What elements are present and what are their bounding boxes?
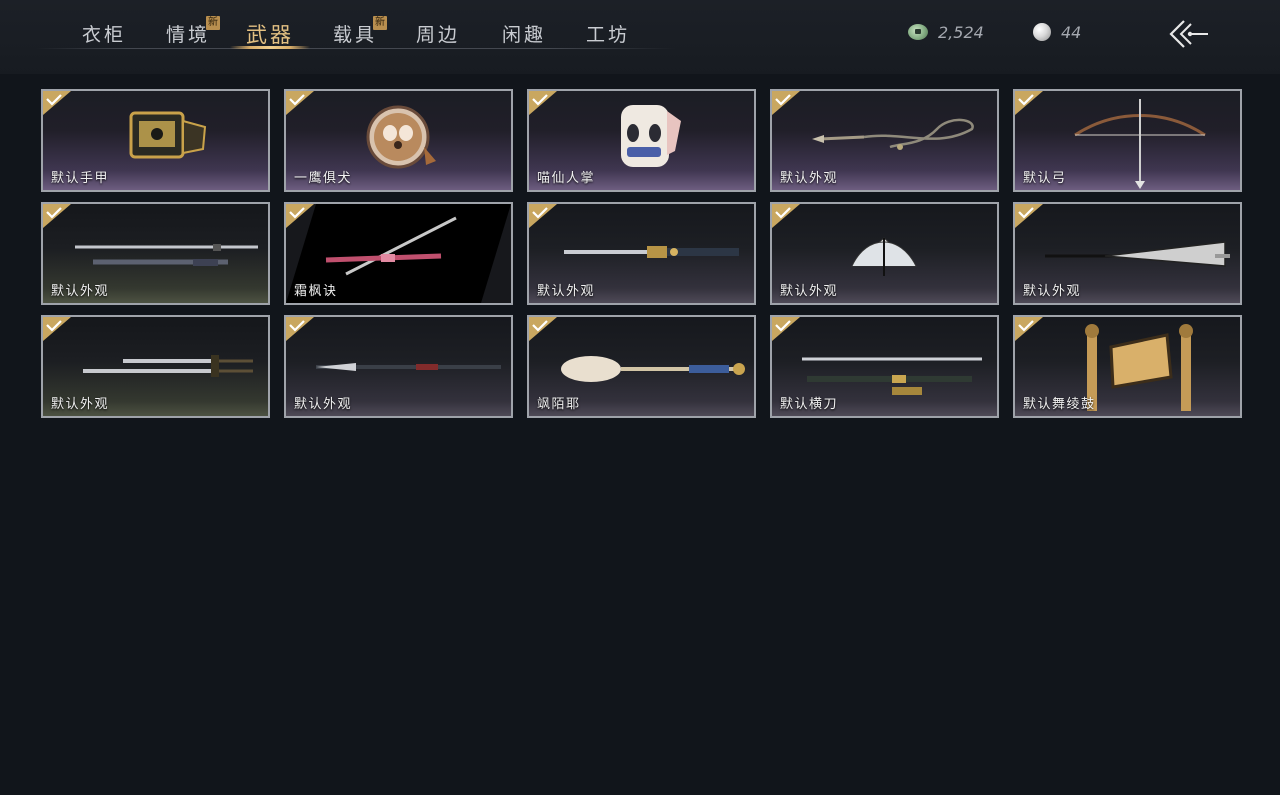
weapon-item-card[interactable]: 一鹰俱犬 (284, 89, 513, 192)
tab-label: 闲趣 (502, 24, 547, 46)
weapon-item-card[interactable]: 默认外观 (41, 315, 270, 418)
tab-leisure[interactable]: 闲趣 (502, 20, 546, 50)
weapon-item-card[interactable]: 默认外观 (41, 202, 270, 305)
jade-amount: 2,524 (938, 22, 984, 42)
checkmark-icon (43, 91, 71, 115)
checkmark-icon (43, 317, 71, 341)
item-name: 默认弓 (1023, 171, 1067, 186)
item-name: 默认外观 (780, 284, 839, 299)
checkmark-icon (43, 204, 71, 228)
checkmark-icon (529, 91, 557, 115)
back-button[interactable] (1166, 18, 1212, 50)
weapon-item-card[interactable]: 默认外观 (527, 202, 756, 305)
tab-label: 衣柜 (82, 24, 127, 46)
checkmark-icon (286, 204, 314, 228)
checkmark-icon (1015, 317, 1043, 341)
tab-scene[interactable]: 情境 (166, 20, 210, 50)
item-name: 默认外观 (294, 397, 353, 412)
item-name: 飒陌耶 (537, 397, 581, 412)
weapon-item-card[interactable]: 默认外观 (770, 202, 999, 305)
pearl-icon (1033, 23, 1051, 41)
item-name: 一鹰俱犬 (294, 171, 353, 186)
weapon-item-card[interactable]: 默认横刀 (770, 315, 999, 418)
item-name: 默认外观 (780, 171, 839, 186)
checkmark-icon (772, 204, 800, 228)
checkmark-icon (1015, 91, 1043, 115)
tab-label: 周边 (416, 24, 461, 46)
checkmark-icon (286, 91, 314, 115)
tab-label: 情境 (166, 24, 211, 46)
checkmark-icon (529, 204, 557, 228)
item-name: 默认外观 (1023, 284, 1082, 299)
item-name: 默认外观 (537, 284, 596, 299)
tab-wardrobe[interactable]: 衣柜 (82, 20, 126, 50)
new-badge: 新 (373, 16, 387, 30)
new-badge: 新 (206, 16, 220, 30)
tab-label: 工坊 (586, 24, 631, 46)
tab-weapons[interactable]: 武器 (246, 19, 294, 49)
tab-label: 武器 (246, 23, 294, 47)
active-tab-indicator (230, 46, 310, 49)
checkmark-icon (772, 317, 800, 341)
tab-vehicles[interactable]: 载具 (333, 20, 377, 50)
item-name: 默认外观 (51, 284, 110, 299)
top-navigation-bar: 衣柜 情境 新 武器 载具 新 周边 闲趣 工坊 2,524 44 (0, 0, 1280, 74)
pearl-currency: 44 (1033, 20, 1081, 44)
item-name: 默认舞绫鼓 (1023, 397, 1096, 412)
weapon-item-card[interactable]: 默认外观 (284, 315, 513, 418)
tab-workshop[interactable]: 工坊 (586, 20, 630, 50)
weapon-item-card[interactable]: 霜枫诀 (284, 202, 513, 305)
jade-currency: 2,524 (908, 20, 984, 44)
item-name: 默认横刀 (780, 397, 839, 412)
tab-peripherals[interactable]: 周边 (416, 20, 460, 50)
weapon-item-card[interactable]: 默认舞绫鼓 (1013, 315, 1242, 418)
weapon-item-card[interactable]: 默认弓 (1013, 89, 1242, 192)
item-name: 喵仙人掌 (537, 171, 596, 186)
pearl-amount: 44 (1061, 22, 1082, 42)
item-name: 默认外观 (51, 397, 110, 412)
checkmark-icon (1015, 204, 1043, 228)
item-name: 霜枫诀 (294, 284, 338, 299)
weapon-item-card[interactable]: 喵仙人掌 (527, 89, 756, 192)
tab-label: 载具 (333, 24, 378, 46)
checkmark-icon (529, 317, 557, 341)
item-name: 默认手甲 (51, 171, 110, 186)
checkmark-icon (286, 317, 314, 341)
jade-coin-icon (908, 24, 928, 40)
weapon-item-card[interactable]: 默认外观 (1013, 202, 1242, 305)
back-arrow-icon (1169, 20, 1208, 48)
checkmark-icon (772, 91, 800, 115)
weapon-item-card[interactable]: 默认手甲 (41, 89, 270, 192)
weapon-item-card[interactable]: 飒陌耶 (527, 315, 756, 418)
weapon-item-card[interactable]: 默认外观 (770, 89, 999, 192)
